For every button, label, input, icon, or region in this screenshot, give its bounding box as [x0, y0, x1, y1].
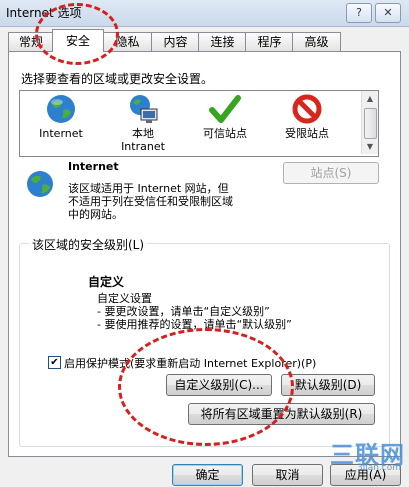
close-button[interactable]: ✕	[375, 3, 401, 23]
ok-button[interactable]: 确定	[172, 464, 243, 486]
tab-security[interactable]: 安全	[52, 29, 104, 52]
level-title: 自定义	[88, 275, 125, 289]
zone-instruction: 选择要查看的区域或更改安全设置。	[21, 72, 214, 86]
zone-local-intranet[interactable]: 本地 Intranet	[104, 93, 182, 153]
tab-privacy[interactable]: 隐私	[102, 32, 153, 51]
zone-label: 本地 Intranet	[121, 127, 165, 153]
globe-icon	[24, 168, 56, 200]
default-level-button[interactable]: 默认级别(D)	[281, 374, 375, 396]
zone-internet[interactable]: Internet	[22, 93, 100, 140]
scroll-up-icon[interactable]: ▲	[362, 91, 378, 106]
security-level-label: 该区域的安全级别(L)	[29, 236, 148, 253]
tab-connections[interactable]: 连接	[198, 32, 247, 51]
zone-trusted-sites[interactable]: 可信站点	[186, 93, 264, 140]
checkmark-icon	[209, 93, 241, 125]
level-description-line: - 要使用推荐的设置，请单击“默认级别”	[97, 318, 292, 331]
zone-list-scrollbar[interactable]: ▲ ▼	[361, 91, 378, 154]
zone-title: Internet	[68, 160, 119, 173]
custom-level-button[interactable]: 自定义级别(C)...	[166, 374, 272, 396]
cancel-button[interactable]: 取消	[252, 464, 323, 486]
tab-advanced[interactable]: 高级	[292, 32, 341, 51]
scroll-thumb[interactable]	[364, 108, 377, 139]
zone-list[interactable]: Internet 本地 Intranet 可信站点 受限站点 ▲ ▼	[19, 90, 379, 157]
sites-button[interactable]: 站点(S)	[283, 162, 379, 184]
watermark-url: 3lian.com	[356, 463, 401, 473]
protected-mode-checkbox[interactable]: ✔	[48, 356, 61, 369]
scroll-down-icon[interactable]: ▼	[362, 139, 378, 154]
zone-restricted-sites[interactable]: 受限站点	[268, 93, 346, 140]
protected-mode-label[interactable]: 启用保护模式(要求重新启动 Internet Explorer)(P)	[64, 355, 316, 371]
globe-icon	[45, 93, 77, 125]
tab-programs[interactable]: 程序	[245, 32, 294, 51]
tab-general[interactable]: 常规	[8, 32, 54, 51]
window-title: Internet 选项	[6, 6, 82, 20]
title-bar: Internet 选项 ? ✕	[0, 0, 409, 27]
restricted-icon	[291, 93, 323, 125]
zone-label: Internet	[39, 127, 83, 140]
zone-description-line: 中的网站。	[68, 208, 123, 221]
intranet-globe-icon	[127, 93, 159, 125]
tab-content[interactable]: 内容	[151, 32, 200, 51]
help-button[interactable]: ?	[346, 3, 372, 23]
zone-label: 受限站点	[285, 127, 329, 140]
reset-all-zones-button[interactable]: 将所有区域重置为默认级别(R)	[188, 403, 375, 425]
zone-label: 可信站点	[203, 127, 247, 140]
